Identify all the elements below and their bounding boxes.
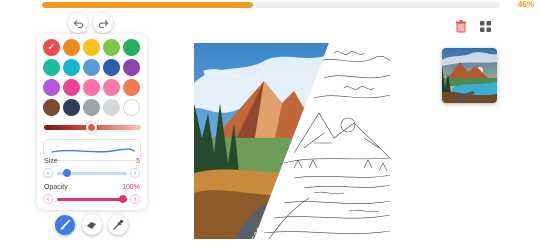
brush-tool-button[interactable] (55, 215, 75, 235)
progress-percent: 46% (517, 0, 534, 9)
color-swatch[interactable] (43, 79, 60, 96)
color-swatch[interactable] (123, 39, 140, 56)
color-swatch[interactable] (103, 39, 120, 56)
color-swatch[interactable] (123, 59, 140, 76)
size-label: Size (44, 158, 58, 165)
color-swatch[interactable] (83, 59, 100, 76)
opacity-decrease-button[interactable]: ‹ (43, 194, 53, 204)
grid-icon (479, 20, 491, 32)
size-increase-button[interactable]: › (130, 168, 140, 178)
grid-button[interactable] (477, 18, 493, 34)
color-swatch[interactable] (63, 39, 80, 56)
trash-icon (456, 19, 466, 32)
color-panel: ✓ Size 5 ‹ › Opacity 100% ‹ › (37, 34, 147, 210)
shade-slider-thumb[interactable] (86, 122, 97, 133)
undo-icon (73, 19, 83, 28)
size-slider-thumb[interactable] (63, 169, 71, 177)
undo-button[interactable] (68, 13, 88, 33)
color-swatch[interactable] (83, 99, 100, 116)
opacity-increase-button[interactable]: › (130, 194, 140, 204)
redo-button[interactable] (93, 13, 113, 33)
delete-button[interactable] (453, 18, 469, 34)
color-swatch[interactable] (123, 99, 140, 116)
checkmark-icon: ✓ (47, 41, 56, 53)
reference-image (442, 48, 497, 103)
opacity-label: Opacity (44, 184, 68, 191)
artwork-image (194, 43, 390, 239)
brush-icon (60, 219, 71, 230)
color-swatch[interactable] (103, 59, 120, 76)
color-swatch[interactable] (103, 79, 120, 96)
progress-fill (42, 2, 253, 8)
coloring-canvas[interactable] (194, 43, 390, 239)
color-swatch[interactable] (43, 99, 60, 116)
color-swatch[interactable] (63, 59, 80, 76)
size-value: 5 (136, 158, 140, 165)
color-swatch[interactable] (83, 79, 100, 96)
eyedropper-icon (113, 219, 124, 230)
color-swatch[interactable] (103, 99, 120, 116)
stroke-preview-line (51, 148, 135, 153)
color-swatch[interactable] (63, 99, 80, 116)
opacity-slider-thumb[interactable] (119, 195, 127, 203)
opacity-value: 100% (122, 184, 140, 191)
progress-bar (42, 2, 500, 8)
swatch-selected[interactable]: ✓ (43, 39, 60, 56)
color-swatch[interactable] (43, 59, 60, 76)
eraser-icon (87, 222, 96, 229)
size-decrease-button[interactable]: ‹ (43, 168, 53, 178)
opacity-slider-track[interactable] (57, 198, 127, 201)
color-swatch[interactable] (83, 39, 100, 56)
reference-thumbnail[interactable] (442, 48, 497, 103)
eraser-tool-button[interactable] (82, 215, 102, 235)
swatch-grid: ✓ (43, 39, 140, 116)
redo-icon (98, 19, 108, 28)
eyedropper-tool-button[interactable] (108, 215, 128, 235)
color-swatch[interactable] (123, 79, 140, 96)
color-swatch[interactable] (63, 79, 80, 96)
coloring-app: 46% ✓ Size 5 ‹ › Opacity 100% ‹ › (0, 0, 540, 249)
